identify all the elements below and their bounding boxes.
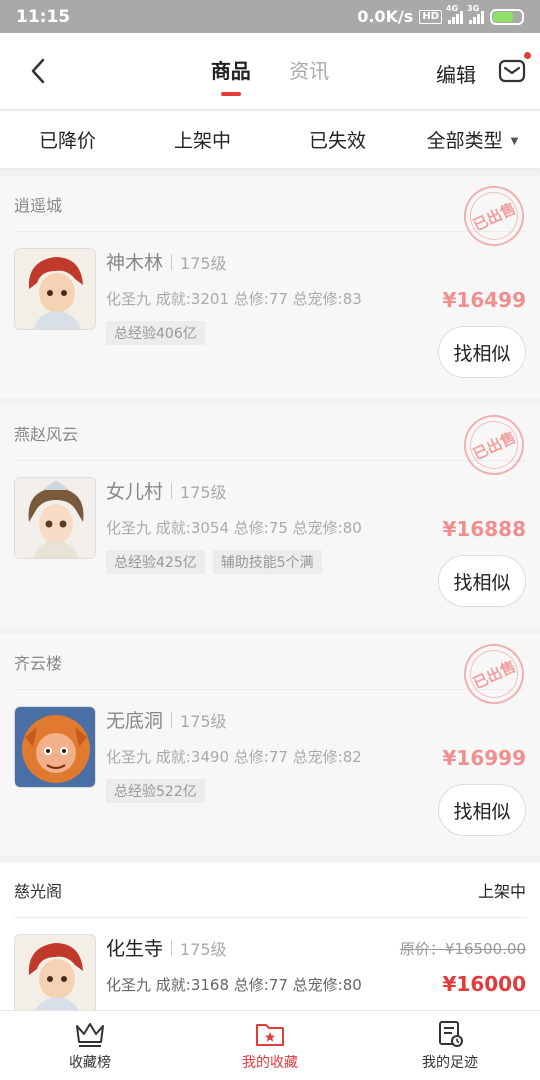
price: ¥16000 xyxy=(442,972,527,996)
character-stats: 化圣九 成就:3201 总修:77 总宠修:83 xyxy=(106,290,362,308)
tag: 总经验425亿 xyxy=(106,550,205,574)
price: ¥16499 xyxy=(442,288,527,312)
price: ¥16888 xyxy=(442,517,527,541)
signal-3g-icon: 3G xyxy=(467,4,484,24)
favorites-folder-icon xyxy=(256,1023,284,1046)
hd-badge: HD xyxy=(419,9,442,24)
card-header: 齐云楼 xyxy=(14,634,526,690)
tab-news[interactable]: 资讯 xyxy=(289,55,329,84)
character-stats: 化圣九 成就:3054 总修:75 总宠修:80 xyxy=(106,519,362,537)
character-school: 神木林 xyxy=(106,252,164,274)
find-similar-button[interactable]: 找相似 xyxy=(438,784,526,836)
favorite-card[interactable]: 齐云楼 已出售 无底洞 175级 化圣九 成就:3490 总修:77 总宠修:8… xyxy=(0,634,540,856)
tab-goods[interactable]: 商品 xyxy=(211,55,251,84)
bottom-nav: 收藏榜 我的收藏 我的足迹 xyxy=(0,1010,540,1080)
name-row: 无底洞 175级 xyxy=(106,706,227,733)
tag-list: 总经验406亿 xyxy=(106,321,205,345)
character-stats: 化圣九 成就:3168 总修:77 总宠修:80 xyxy=(106,976,362,994)
tag: 总经验522亿 xyxy=(106,779,205,803)
name-row: 神木林 175级 xyxy=(106,248,227,275)
favorite-card[interactable]: 慈光阁 上架中 化生寺 175级 化圣九 成就:3168 总修:77 总宠修:8… xyxy=(0,862,540,1022)
character-school: 无底洞 xyxy=(106,710,164,732)
battery-icon xyxy=(490,8,524,25)
character-school: 化生寺 xyxy=(106,938,164,960)
nav-ranking[interactable]: 收藏榜 xyxy=(0,1011,180,1080)
server-name: 逍遥城 xyxy=(14,195,63,215)
card-header: 燕赵风云 xyxy=(14,405,526,461)
character-school: 女儿村 xyxy=(106,481,164,503)
character-level: 175级 xyxy=(180,253,227,273)
nav-my-history-label: 我的足迹 xyxy=(422,1054,478,1071)
nav-my-favorites[interactable]: 我的收藏 xyxy=(180,1011,360,1080)
character-avatar xyxy=(14,934,96,1016)
signal-4g-icon: 4G xyxy=(446,4,463,24)
filter-bar: 已降价 上架中 已失效 全部类型 ▼ xyxy=(0,111,540,168)
history-icon xyxy=(439,1020,463,1047)
price: ¥16999 xyxy=(442,746,527,770)
caret-down-icon: ▼ xyxy=(510,136,519,147)
notification-dot xyxy=(524,52,531,59)
tag: 辅助技能5个满 xyxy=(212,550,322,574)
status-right: 0.0K/s HD 4G 3G xyxy=(357,4,524,26)
server-name: 慈光阁 xyxy=(14,881,63,901)
listing-status: 上架中 xyxy=(477,881,526,901)
tag: 总经验406亿 xyxy=(106,321,205,345)
edit-button[interactable]: 编辑 xyxy=(436,59,476,88)
name-row: 化生寺 175级 xyxy=(106,934,227,961)
mail-button[interactable] xyxy=(498,52,531,85)
status-time: 11:15 xyxy=(16,6,71,27)
name-row: 女儿村 175级 xyxy=(106,477,227,504)
filter-all-types-label: 全部类型 xyxy=(426,130,503,152)
server-name: 齐云楼 xyxy=(14,653,63,673)
nav-my-favorites-label: 我的收藏 xyxy=(242,1054,298,1071)
character-level: 175级 xyxy=(180,939,227,959)
status-bar: 11:15 0.0K/s HD 4G 3G xyxy=(0,0,540,33)
character-level: 175级 xyxy=(180,482,227,502)
tag-list: 总经验522亿 xyxy=(106,779,205,803)
favorite-card[interactable]: 逍遥城 已出售 神木林 175级 化圣九 成就:3201 总修:77 总宠修:8… xyxy=(0,176,540,398)
filter-invalid[interactable]: 已失效 xyxy=(270,126,405,153)
mail-icon xyxy=(498,59,526,83)
character-avatar xyxy=(14,477,96,559)
tag-list: 总经验425亿 辅助技能5个满 xyxy=(106,550,322,574)
original-price: 原价：¥16500.00 xyxy=(399,940,526,958)
card-header: 慈光阁 上架中 xyxy=(14,862,526,918)
nav-my-history[interactable]: 我的足迹 xyxy=(360,1011,540,1080)
character-level: 175级 xyxy=(180,711,227,731)
server-name: 燕赵风云 xyxy=(14,424,79,444)
filter-price-reduced[interactable]: 已降价 xyxy=(0,126,135,153)
filter-all-types[interactable]: 全部类型 ▼ xyxy=(405,126,540,153)
find-similar-button[interactable]: 找相似 xyxy=(438,555,526,607)
character-avatar xyxy=(14,706,96,788)
nav-ranking-label: 收藏榜 xyxy=(69,1054,111,1071)
network-speed: 0.0K/s xyxy=(357,7,414,26)
card-header: 逍遥城 xyxy=(14,176,526,232)
favorite-card[interactable]: 燕赵风云 已出售 女儿村 175级 化圣九 成就:3054 总修:75 总宠修:… xyxy=(0,405,540,627)
crown-icon xyxy=(76,1022,104,1047)
character-avatar xyxy=(14,248,96,330)
find-similar-button[interactable]: 找相似 xyxy=(438,326,526,378)
filter-on-sale[interactable]: 上架中 xyxy=(135,126,270,153)
app-header: 商品 资讯 编辑 xyxy=(0,33,540,110)
character-stats: 化圣九 成就:3490 总修:77 总宠修:82 xyxy=(106,748,362,766)
